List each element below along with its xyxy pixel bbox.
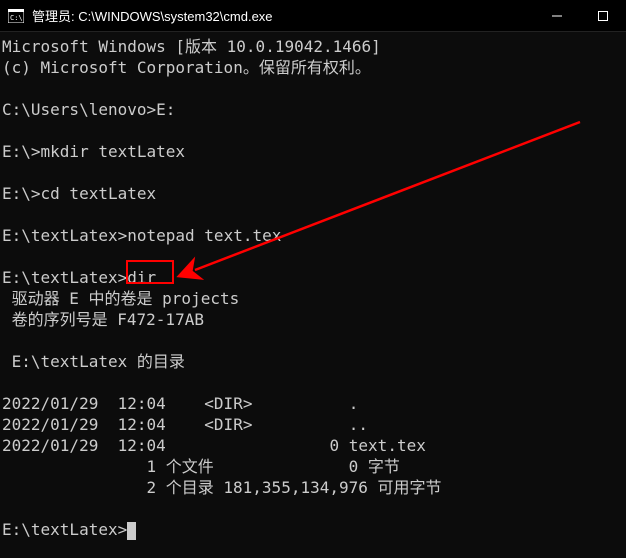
window-title: 管理员: C:\WINDOWS\system32\cmd.exe <box>32 6 534 25</box>
window-controls <box>534 0 626 31</box>
cmd-icon: C:\ <box>0 9 32 23</box>
copyright-line: (c) Microsoft Corporation。保留所有权利。 <box>2 58 371 77</box>
command: cd textLatex <box>41 184 157 203</box>
dir-entry: 2022/01/29 12:04 <DIR> . <box>2 394 358 413</box>
command: notepad text.tex <box>127 226 281 245</box>
prompt: E:\textLatex> <box>2 226 127 245</box>
maximize-button[interactable] <box>580 0 626 31</box>
prompt: E:\> <box>2 184 41 203</box>
window-titlebar: C:\ 管理员: C:\WINDOWS\system32\cmd.exe <box>0 0 626 32</box>
command-highlighted: dir <box>127 268 156 287</box>
version-line: Microsoft Windows [版本 10.0.19042.1466] <box>2 37 381 56</box>
command: mkdir textLatex <box>41 142 186 161</box>
prompt: C:\Users\lenovo> <box>2 100 156 119</box>
prompt: E:\> <box>2 142 41 161</box>
directory-of-line: E:\textLatex 的目录 <box>2 352 185 371</box>
prompt: E:\textLatex> <box>2 268 127 287</box>
summary-line: 1 个文件 0 字节 <box>2 457 400 476</box>
summary-line: 2 个目录 181,355,134,976 可用字节 <box>2 478 442 497</box>
volume-line: 驱动器 E 中的卷是 projects <box>2 289 239 308</box>
dir-entry: 2022/01/29 12:04 <DIR> .. <box>2 415 368 434</box>
dir-entry: 2022/01/29 12:04 0 text.tex <box>2 436 426 455</box>
command: E: <box>156 100 175 119</box>
prompt-current: E:\textLatex> <box>2 520 127 539</box>
svg-text:C:\: C:\ <box>10 14 23 22</box>
console-output[interactable]: Microsoft Windows [版本 10.0.19042.1466] (… <box>0 32 626 544</box>
serial-line: 卷的序列号是 F472-17AB <box>2 310 204 329</box>
cursor <box>127 522 136 540</box>
minimize-button[interactable] <box>534 0 580 31</box>
